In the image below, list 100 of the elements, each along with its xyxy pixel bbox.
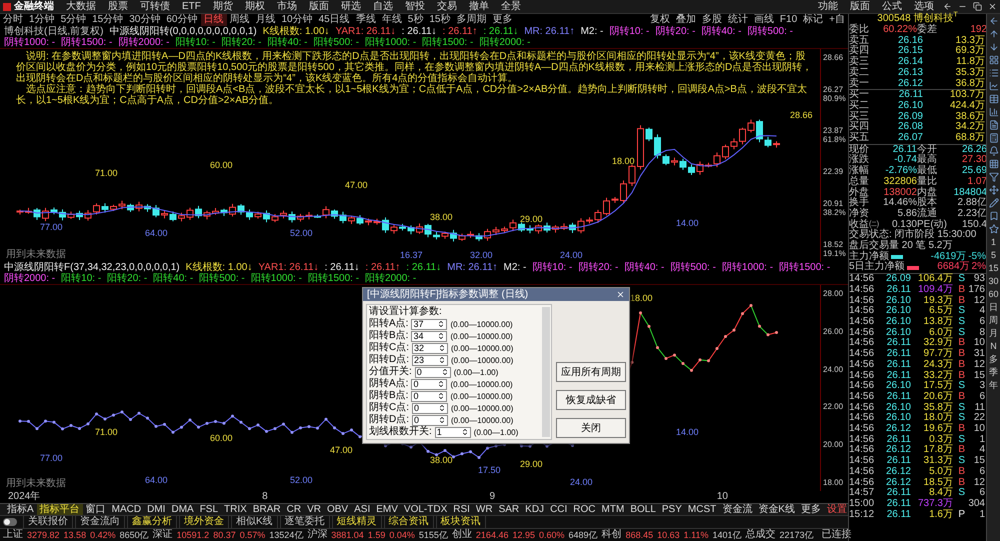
indicator-tab[interactable]: 窗口	[82, 504, 109, 516]
period-tab[interactable]: 5分钟	[58, 14, 90, 26]
number-input[interactable]: 1	[434, 426, 471, 438]
menu-item[interactable]: 期权	[238, 0, 271, 13]
indicator-tab[interactable]: DMA	[168, 504, 197, 516]
spinner-icon[interactable]	[438, 404, 446, 412]
spinner-icon[interactable]	[438, 356, 446, 364]
period-button[interactable]: 日	[989, 302, 998, 312]
pencil-icon[interactable]	[988, 198, 998, 208]
menu-item[interactable]: 智投	[398, 0, 431, 13]
period-tab[interactable]: 5秒	[404, 14, 426, 26]
indicator-tab[interactable]: VOL-TDX	[400, 504, 450, 516]
dialog-button[interactable]: 恢复成缺省	[556, 390, 626, 410]
toolbar-button[interactable]: 统计	[724, 14, 751, 26]
menu-item[interactable]: 交易	[430, 0, 463, 13]
indicator-tab[interactable]: SAR	[496, 504, 522, 516]
menu-item[interactable]: 股票	[102, 0, 134, 13]
menu-item[interactable]: 大数据	[60, 0, 102, 13]
indicator-tab[interactable]: 指标A	[4, 504, 37, 516]
spinner-icon[interactable]	[437, 380, 446, 388]
dialog-button[interactable]: 应用所有周期	[556, 362, 626, 382]
indicator-tab[interactable]: 资金流	[719, 504, 756, 516]
indicator-tab[interactable]: 更多	[798, 504, 824, 516]
period-tab[interactable]: 日线	[200, 14, 226, 26]
indicator-tab[interactable]: 指标平台	[36, 504, 83, 516]
period-tab[interactable]: 10分钟	[278, 14, 316, 26]
menu-item[interactable]: 功能	[812, 0, 844, 13]
filter-icon[interactable]	[988, 172, 998, 182]
arrow-left-icon[interactable]	[988, 16, 998, 26]
number-input[interactable]: 0	[412, 402, 448, 414]
restore-icon[interactable]	[973, 2, 982, 11]
menu-item[interactable]: 市场	[270, 0, 303, 13]
period-tab[interactable]: 分时	[0, 14, 26, 26]
menu-item[interactable]: 自选	[366, 0, 399, 13]
period-tab[interactable]: 年线	[378, 14, 405, 26]
toolbar-button[interactable]: +自	[826, 14, 848, 26]
menu-item[interactable]: 版面	[844, 0, 876, 13]
indicator-tab[interactable]: CCI	[547, 504, 570, 516]
number-input[interactable]: 32	[412, 342, 448, 354]
period-tab[interactable]: 1分钟	[26, 14, 58, 26]
period-tab[interactable]: 季线	[352, 14, 379, 26]
indicator-tab[interactable]: BRAR	[250, 504, 284, 516]
table-icon[interactable]	[988, 94, 998, 104]
back-icon[interactable]	[943, 2, 952, 11]
indicator-tab[interactable]: MACD	[108, 504, 144, 516]
period-button[interactable]: 60	[988, 289, 998, 299]
indicator-tab[interactable]: MTM	[598, 504, 628, 516]
bar-chart-icon[interactable]	[988, 107, 998, 117]
indicator-tab[interactable]: PSY	[658, 504, 685, 516]
dialog-button[interactable]: 关闭	[556, 418, 626, 438]
close-icon[interactable]	[988, 2, 997, 11]
period-button[interactable]: 周	[989, 315, 998, 325]
toolbar-button[interactable]: 画线	[750, 14, 777, 26]
settings-tab[interactable]: 设置	[824, 504, 850, 516]
indicator-tab[interactable]: MCST	[684, 504, 720, 516]
spinner-icon[interactable]	[437, 392, 446, 400]
number-input[interactable]: 0	[411, 378, 448, 390]
spinner-icon[interactable]	[460, 428, 469, 436]
period-button[interactable]: 年	[989, 380, 998, 390]
number-input[interactable]: 34	[411, 330, 448, 342]
toolbar-button[interactable]: 复权	[646, 14, 673, 26]
period-button[interactable]: 月	[989, 328, 998, 338]
period-button[interactable]: 5	[990, 250, 996, 260]
menu-item[interactable]: ETF	[176, 0, 207, 13]
period-tab[interactable]: 更多	[489, 14, 516, 26]
grid-icon[interactable]	[988, 159, 998, 169]
period-button[interactable]: 1	[990, 237, 996, 247]
period-tab[interactable]: 月线	[252, 14, 278, 26]
menu-item[interactable]: 全景	[494, 0, 527, 13]
arrow-down-icon[interactable]	[988, 42, 998, 52]
period-button[interactable]: N	[990, 341, 997, 351]
number-input[interactable]: 23	[412, 354, 448, 366]
spinner-icon[interactable]	[438, 416, 446, 424]
number-input[interactable]: 37	[411, 318, 448, 330]
menu-item[interactable]: 选项	[908, 0, 940, 13]
number-input[interactable]: 0	[414, 366, 451, 378]
menu-item[interactable]: 期货	[206, 0, 239, 13]
indicator-tab[interactable]: 资金K线	[755, 504, 798, 516]
indicator-tab[interactable]: FSL	[196, 504, 222, 516]
period-tab[interactable]: 周线	[226, 14, 252, 26]
period-tab[interactable]: 15秒	[426, 14, 454, 26]
spinner-icon[interactable]	[440, 368, 449, 376]
star-icon[interactable]	[988, 224, 998, 234]
menu-item[interactable]: 可转债	[134, 0, 176, 13]
move-icon[interactable]	[988, 185, 998, 195]
scrollbar[interactable]	[542, 307, 550, 437]
bookmark-icon[interactable]	[988, 211, 998, 221]
indicator-tab[interactable]: ASI	[351, 504, 374, 516]
period-tab[interactable]: 15分钟	[89, 14, 126, 26]
number-input[interactable]: 0	[412, 414, 448, 426]
spinner-icon[interactable]	[437, 320, 446, 328]
arrow-up-icon[interactable]	[988, 29, 998, 39]
indicator-tab[interactable]: OBV	[324, 504, 352, 516]
period-tab[interactable]: 45日线	[316, 14, 353, 26]
period-button[interactable]: 季	[989, 367, 998, 377]
indicator-tab[interactable]: BOLL	[627, 504, 659, 516]
indicator-tab[interactable]: DMI	[144, 504, 168, 516]
calculator-icon[interactable]	[988, 133, 998, 143]
toggle-switch[interactable]	[3, 518, 17, 526]
indicator-tab[interactable]: CR	[284, 504, 304, 516]
